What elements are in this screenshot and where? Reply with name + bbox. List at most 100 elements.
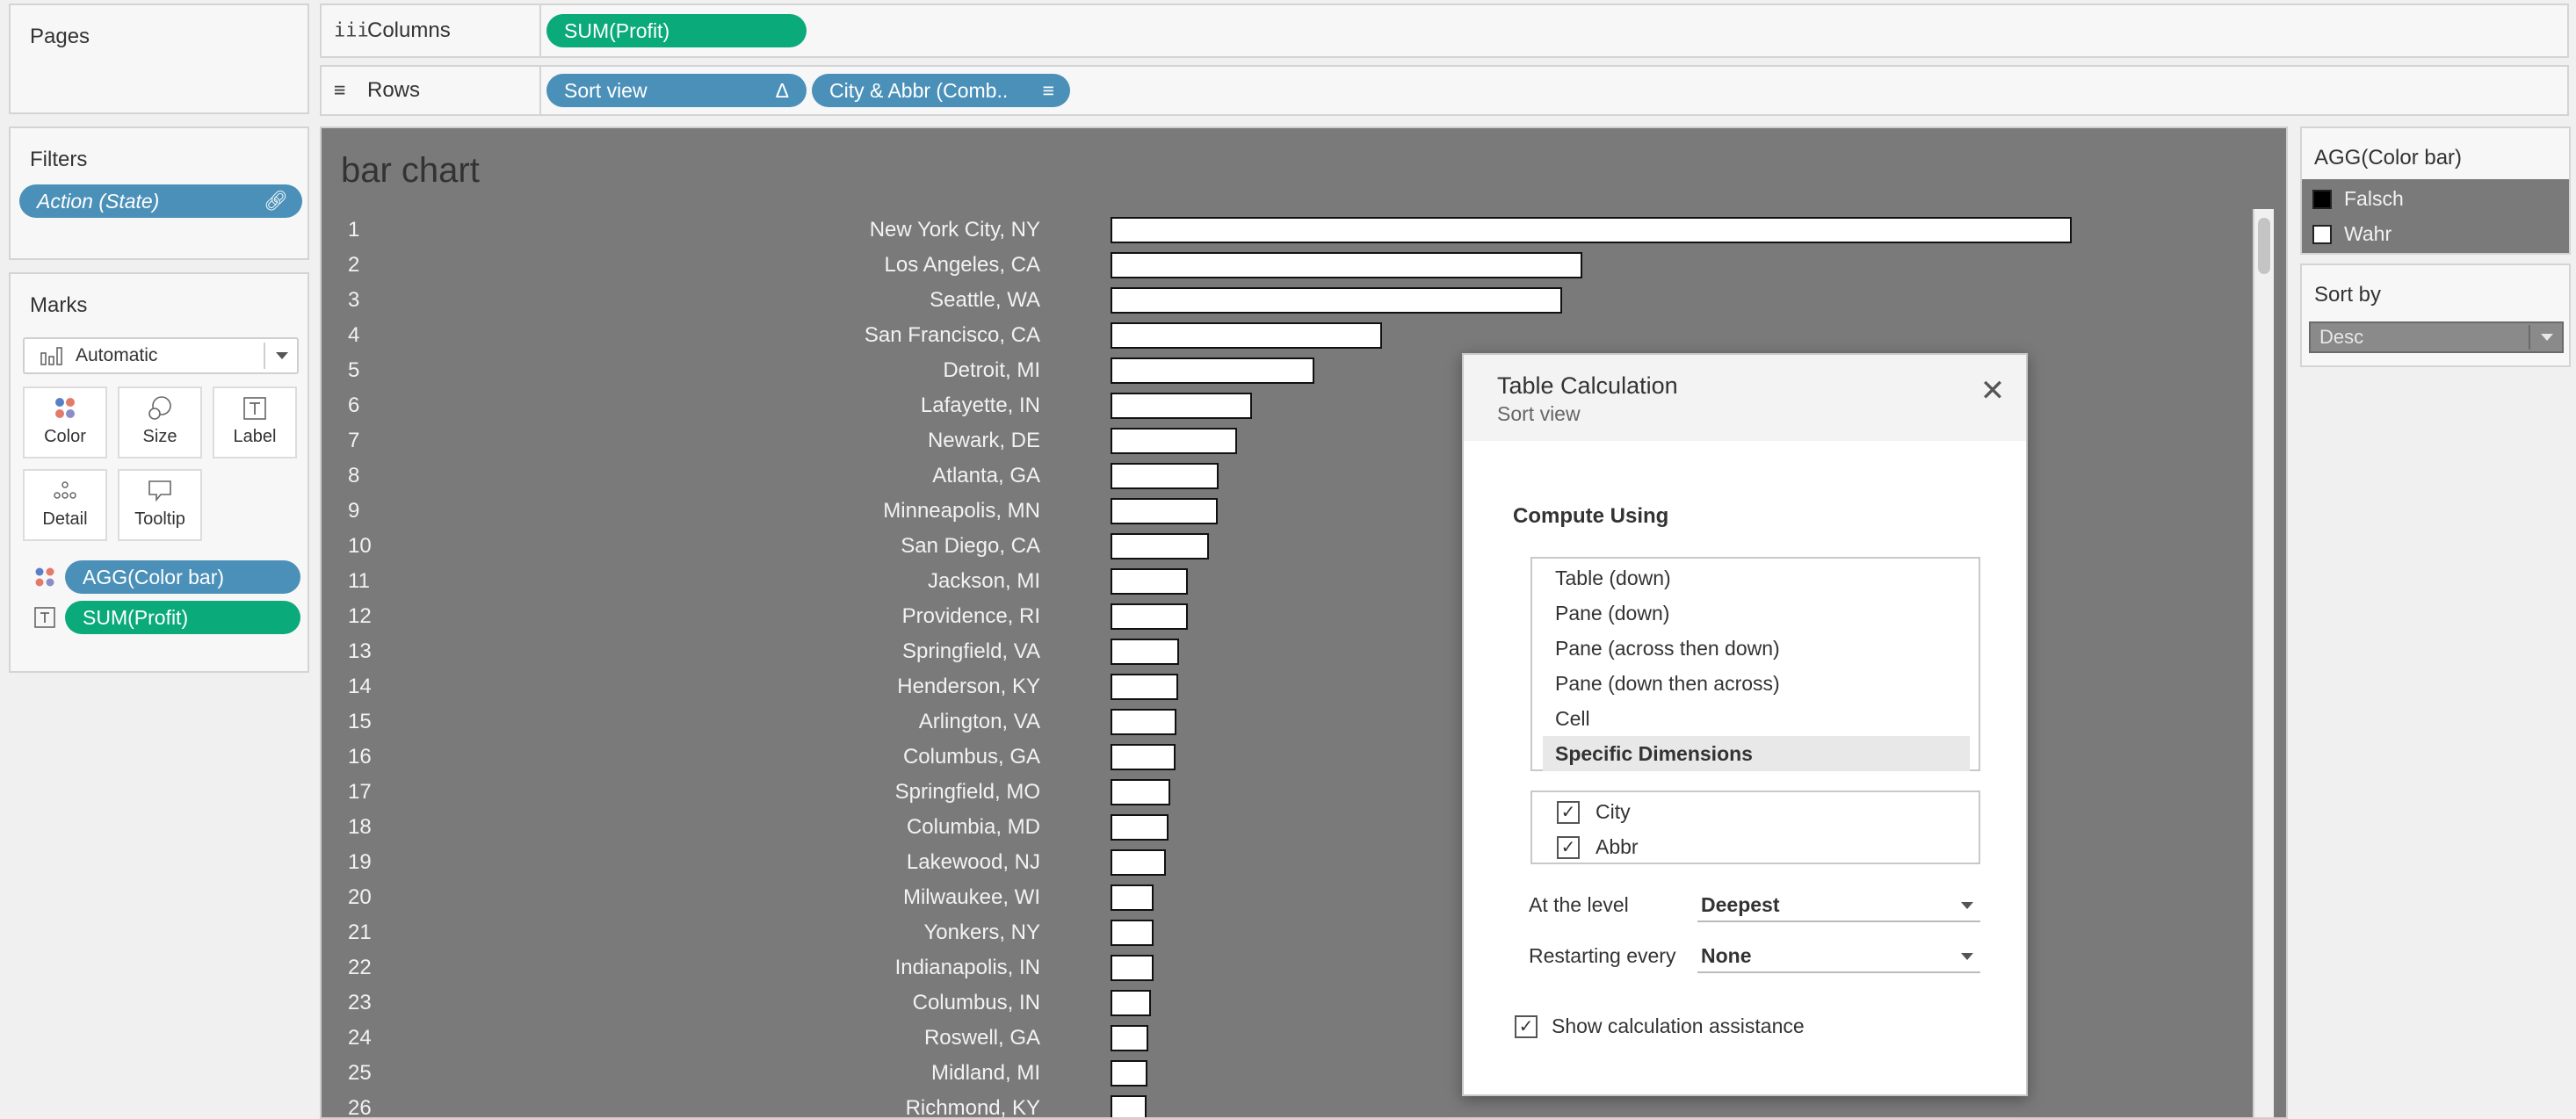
at-the-level-dropdown[interactable]: Deepest <box>1697 887 1980 922</box>
rank-label: 17 <box>348 780 372 804</box>
label-button[interactable]: Label <box>213 386 297 458</box>
rows-shelf[interactable]: ≡ Rows Sort view Δ City & Abbr (Comb.. ≡ <box>320 65 2569 116</box>
columns-shelf[interactable]: iii Columns SUM(Profit) <box>320 4 2569 58</box>
chart-row[interactable]: 1 New York City, NY <box>322 213 2246 248</box>
city-label: Richmond, KY <box>905 1096 1040 1119</box>
dimension-item-city[interactable]: ✓ City <box>1557 794 1631 829</box>
columns-icon: iii <box>334 19 369 42</box>
text-label-icon <box>214 388 295 427</box>
dropdown-separator <box>2529 325 2530 350</box>
compute-using-list[interactable]: Table (down) Pane (down) Pane (across th… <box>1530 557 1980 771</box>
profit-bar[interactable] <box>1111 217 2072 243</box>
rank-label: 1 <box>348 218 360 242</box>
profit-bar[interactable] <box>1111 393 1252 419</box>
checkbox-checked-icon[interactable]: ✓ <box>1557 801 1580 824</box>
profit-bar[interactable] <box>1111 603 1188 630</box>
profit-bar[interactable] <box>1111 955 1154 981</box>
rows-label-text: Rows <box>367 78 421 102</box>
profit-bar[interactable] <box>1111 639 1179 665</box>
profit-bar[interactable] <box>1111 920 1154 946</box>
city-label: Detroit, MI <box>943 358 1040 382</box>
rank-label: 15 <box>348 710 372 733</box>
compute-option-specific-dimensions[interactable]: Specific Dimensions <box>1543 736 1970 771</box>
profit-bar[interactable] <box>1111 568 1188 595</box>
color-legend: AGG(Color bar) Falsch Wahr <box>2300 126 2571 255</box>
profit-bar[interactable] <box>1111 744 1176 770</box>
rank-label: 24 <box>348 1026 372 1050</box>
profit-bar[interactable] <box>1111 1060 1147 1087</box>
compute-option-table-down[interactable]: Table (down) <box>1543 560 1970 596</box>
profit-bar[interactable] <box>1111 428 1237 454</box>
rank-label: 26 <box>348 1096 372 1119</box>
rank-label: 9 <box>348 499 360 523</box>
color-button[interactable]: Color <box>23 386 107 458</box>
city-label: Jackson, MI <box>927 569 1040 593</box>
rank-label: 19 <box>348 850 372 874</box>
rank-label: 2 <box>348 253 360 277</box>
profit-bar[interactable] <box>1111 779 1170 805</box>
rows-pill-city-abbr[interactable]: City & Abbr (Comb.. ≡ <box>812 74 1070 107</box>
sort-by-value: Desc <box>2319 326 2364 348</box>
checkbox-checked-icon[interactable]: ✓ <box>1515 1015 1538 1038</box>
filter-pill-action-state[interactable]: Action (State) 🔗︎ <box>19 184 302 218</box>
profit-bar[interactable] <box>1111 884 1154 911</box>
size-button[interactable]: Size <box>118 386 202 458</box>
checkbox-checked-icon[interactable]: ✓ <box>1557 836 1580 859</box>
compute-option-pane-down[interactable]: Pane (down) <box>1543 596 1970 631</box>
city-label: Yonkers, NY <box>923 920 1040 944</box>
sort-by-dropdown[interactable]: Desc <box>2309 321 2564 353</box>
show-calculation-assistance-label: Show calculation assistance <box>1552 1014 1805 1037</box>
profit-bar[interactable] <box>1111 322 1382 349</box>
compute-option-pane-across-then-down[interactable]: Pane (across then down) <box>1543 631 1970 666</box>
profit-bar[interactable] <box>1111 1095 1147 1117</box>
marks-pane: Marks Automatic Color Size Label Detail … <box>9 272 309 673</box>
city-label: Lakewood, NJ <box>906 850 1040 874</box>
rows-pill-sort-view[interactable]: Sort view Δ <box>546 74 807 107</box>
chart-row[interactable]: 3 Seattle, WA <box>322 283 2246 318</box>
detail-button[interactable]: Detail <box>23 469 107 541</box>
scrollbar-thumb[interactable] <box>2258 218 2270 274</box>
rank-label: 4 <box>348 323 360 347</box>
rank-label: 8 <box>348 464 360 487</box>
legend-item-falsch[interactable]: Falsch <box>2311 183 2404 214</box>
compute-option-cell[interactable]: Cell <box>1543 701 1970 736</box>
restarting-every-dropdown[interactable]: None <box>1697 938 1980 973</box>
city-label: Milwaukee, WI <box>902 885 1040 909</box>
mark-type-dropdown[interactable]: Automatic <box>23 337 299 374</box>
vertical-scrollbar[interactable] <box>2253 209 2274 1117</box>
rows-pill-sort-view-label: Sort view <box>564 79 648 102</box>
dimension-item-abbr[interactable]: ✓ Abbr <box>1557 829 1639 864</box>
city-label: Roswell, GA <box>923 1026 1040 1050</box>
profit-bar[interactable] <box>1111 1025 1148 1051</box>
profit-bar[interactable] <box>1111 357 1314 384</box>
profit-bar[interactable] <box>1111 814 1169 841</box>
rows-pill-city-abbr-label: City & Abbr (Comb.. <box>829 79 1009 102</box>
chart-row[interactable]: 4 San Francisco, CA <box>322 318 2246 353</box>
tooltip-button[interactable]: Tooltip <box>118 469 202 541</box>
chart-row[interactable]: 2 Los Angeles, CA <box>322 248 2246 283</box>
legend-item-wahr[interactable]: Wahr <box>2311 218 2391 249</box>
legend-swatch-black <box>2312 190 2332 209</box>
profit-bar[interactable] <box>1111 463 1219 489</box>
table-calc-delta-icon: Δ <box>775 79 789 102</box>
profit-bar[interactable] <box>1111 533 1209 560</box>
close-icon[interactable]: ✕ <box>1975 374 2010 409</box>
show-calculation-assistance[interactable]: ✓ Show calculation assistance <box>1515 1008 1805 1043</box>
profit-bar[interactable] <box>1111 709 1176 735</box>
dimension-label: City <box>1596 800 1631 823</box>
at-the-level-value: Deepest <box>1701 893 1780 916</box>
dimension-label: Abbr <box>1596 835 1639 858</box>
profit-bar[interactable] <box>1111 849 1166 876</box>
compute-option-pane-down-then-across[interactable]: Pane (down then across) <box>1543 666 1970 701</box>
columns-shelf-label: iii Columns <box>322 5 541 56</box>
city-label: Henderson, KY <box>897 675 1040 698</box>
columns-pill-profit[interactable]: SUM(Profit) <box>546 14 807 47</box>
profit-bar[interactable] <box>1111 252 1582 278</box>
profit-bar[interactable] <box>1111 674 1178 700</box>
marks-field-pill-color-bar[interactable]: AGG(Color bar) <box>65 560 300 594</box>
profit-bar[interactable] <box>1111 498 1218 524</box>
rank-label: 11 <box>348 569 370 593</box>
profit-bar[interactable] <box>1111 990 1151 1016</box>
profit-bar[interactable] <box>1111 287 1562 314</box>
marks-field-pill-profit[interactable]: SUM(Profit) <box>65 601 300 634</box>
